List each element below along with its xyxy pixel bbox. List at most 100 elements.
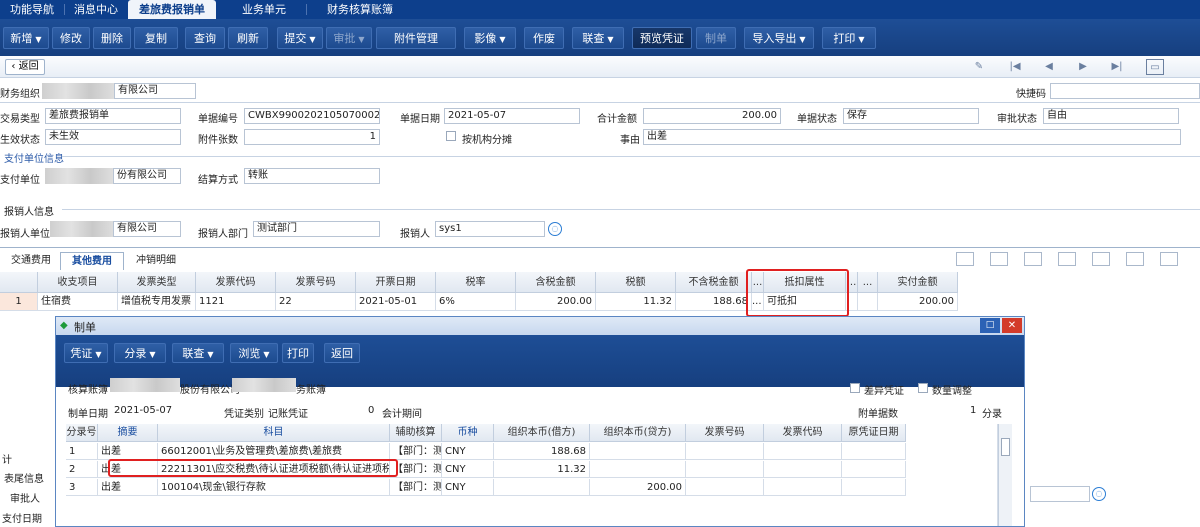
- first-page-icon[interactable]: |◀: [1006, 59, 1024, 75]
- chat-icon[interactable]: ◌: [548, 222, 562, 236]
- quick-code-input[interactable]: [1050, 83, 1200, 99]
- settle-field[interactable]: 转账: [244, 168, 380, 184]
- table-cell[interactable]: 200.00: [590, 479, 686, 496]
- diff-voucher-checkbox[interactable]: [850, 383, 860, 393]
- approver-field[interactable]: [1030, 486, 1090, 502]
- dialog-print-button[interactable]: 打印: [282, 343, 314, 363]
- table-cell[interactable]: 1121: [196, 293, 276, 311]
- back-button[interactable]: ‹ 返回: [5, 59, 45, 75]
- scroll-thumb[interactable]: [1001, 438, 1010, 456]
- table-cell[interactable]: 【部门：测: [390, 443, 442, 460]
- table-cell[interactable]: 188.68: [676, 293, 752, 311]
- prev-page-icon[interactable]: ◀: [1040, 59, 1058, 75]
- table-cell[interactable]: 188.68: [494, 443, 590, 460]
- table-cell[interactable]: 200.00: [878, 293, 958, 311]
- table-cell[interactable]: [590, 443, 686, 460]
- delete-button[interactable]: 删除: [93, 27, 131, 49]
- image-button[interactable]: 影像 ▼: [464, 27, 516, 49]
- table-cell[interactable]: [858, 293, 878, 311]
- pay-unit-field[interactable]: 份有限公司: [113, 168, 181, 184]
- insert-row-icon[interactable]: [990, 252, 1008, 266]
- table-cell[interactable]: 增值税专用发票: [118, 293, 196, 311]
- table-row[interactable]: 1: [66, 443, 98, 460]
- approve-button[interactable]: 审批 ▼: [326, 27, 372, 49]
- claimant-unit-field[interactable]: 有限公司: [113, 221, 181, 237]
- copy-button[interactable]: 复制: [134, 27, 178, 49]
- effect-status-label: 生效状态: [0, 135, 40, 146]
- close-button[interactable]: ✕: [1002, 318, 1022, 333]
- submit-button[interactable]: 提交 ▼: [277, 27, 323, 49]
- browse-menu-button[interactable]: 浏览 ▼: [230, 343, 278, 363]
- tab-writeoff-detail[interactable]: 冲销明细: [128, 252, 184, 270]
- table-cell[interactable]: 出差: [98, 479, 158, 496]
- tab-business-unit[interactable]: 业务单元: [224, 0, 304, 19]
- table-row[interactable]: 1: [0, 293, 38, 311]
- table-cell[interactable]: 11.32: [596, 293, 676, 311]
- table-cell[interactable]: 11.32: [494, 461, 590, 478]
- table-cell[interactable]: 住宿费: [38, 293, 118, 311]
- doc-date-field[interactable]: 2021-05-07: [444, 108, 580, 124]
- tab-travel-expense[interactable]: 差旅费报销单: [128, 0, 216, 19]
- doc-no-field[interactable]: CWBX9900202105070002: [244, 108, 380, 124]
- edit-button[interactable]: 修改: [52, 27, 90, 49]
- last-page-icon[interactable]: ▶|: [1108, 59, 1126, 75]
- tab-other-fee[interactable]: 其他费用: [60, 252, 124, 270]
- dialog-scrollbar[interactable]: [998, 424, 1012, 526]
- chat-icon[interactable]: ◌: [1092, 487, 1106, 501]
- make-voucher-button[interactable]: 制单: [696, 27, 736, 49]
- settings-icon[interactable]: [1160, 252, 1178, 266]
- table-cell[interactable]: [494, 479, 590, 496]
- finance-org-field[interactable]: 有限公司: [114, 83, 196, 99]
- claimant-dept-field[interactable]: 测试部门: [253, 221, 380, 237]
- share-checkbox[interactable]: [446, 131, 456, 141]
- window-icon[interactable]: ▭: [1146, 59, 1164, 75]
- link-query-menu-button[interactable]: 联查 ▼: [172, 343, 224, 363]
- tab-message-center[interactable]: 消息中心: [66, 0, 126, 19]
- tab-function-nav[interactable]: 功能导航: [2, 0, 62, 19]
- reason-field[interactable]: 出差: [643, 129, 1181, 145]
- link-query-button[interactable]: 联查 ▼: [572, 27, 624, 49]
- tab-transport-fee[interactable]: 交通费用: [6, 252, 56, 270]
- table-cell[interactable]: CNY: [442, 479, 494, 496]
- import-export-button[interactable]: 导入导出 ▼: [744, 27, 814, 49]
- preview-voucher-button[interactable]: 预览凭证: [632, 27, 692, 49]
- refresh-button[interactable]: 刷新: [228, 27, 268, 49]
- table-cell[interactable]: 200.00: [516, 293, 596, 311]
- table-cell[interactable]: CNY: [442, 443, 494, 460]
- voucher-menu-button[interactable]: 凭证 ▼: [64, 343, 108, 363]
- table-cell[interactable]: 出差: [98, 443, 158, 460]
- table-cell[interactable]: 22: [276, 293, 356, 311]
- chevron-down-icon: ▼: [263, 350, 270, 359]
- tab-finance-book[interactable]: 财务核算账簿: [310, 0, 410, 19]
- claimant-field[interactable]: sys1: [435, 221, 545, 237]
- query-button[interactable]: 查询: [185, 27, 225, 49]
- copy-row-icon[interactable]: [1058, 252, 1076, 266]
- delete-row-icon[interactable]: [1024, 252, 1042, 266]
- maximize-button[interactable]: □: [980, 318, 1000, 333]
- paperclip-icon[interactable]: ✎: [970, 59, 988, 75]
- table-cell[interactable]: 6%: [436, 293, 516, 311]
- attach-count-field[interactable]: 1: [244, 129, 380, 145]
- paste-row-icon[interactable]: [1092, 252, 1110, 266]
- table-cell[interactable]: [590, 461, 686, 478]
- table-cell[interactable]: 66012001\业务及管理费\差旅费\差旅费: [158, 443, 390, 460]
- table-cell[interactable]: CNY: [442, 461, 494, 478]
- table-cell[interactable]: 【部门：测: [390, 479, 442, 496]
- dialog-return-button[interactable]: 返回: [324, 343, 360, 363]
- paste-end-icon[interactable]: [1126, 252, 1144, 266]
- table-cell[interactable]: 2021-05-01: [356, 293, 436, 311]
- table-cell[interactable]: 100104\现金\银行存款: [158, 479, 390, 496]
- next-page-icon[interactable]: ▶: [1074, 59, 1092, 75]
- entry-menu-button[interactable]: 分录 ▼: [114, 343, 166, 363]
- table-row[interactable]: 2: [66, 461, 98, 478]
- add-row-icon[interactable]: [956, 252, 974, 266]
- attach-value: 1: [970, 405, 977, 416]
- qty-adjust-checkbox[interactable]: [918, 383, 928, 393]
- void-button[interactable]: 作废: [524, 27, 564, 49]
- table-row[interactable]: 3: [66, 479, 98, 496]
- chevron-down-icon: ▼: [35, 35, 42, 44]
- attachment-button[interactable]: 附件管理: [376, 27, 456, 49]
- trade-type-field[interactable]: 差旅费报销单: [45, 108, 181, 124]
- print-button[interactable]: 打印 ▼: [822, 27, 876, 49]
- new-button[interactable]: 新增 ▼: [3, 27, 49, 49]
